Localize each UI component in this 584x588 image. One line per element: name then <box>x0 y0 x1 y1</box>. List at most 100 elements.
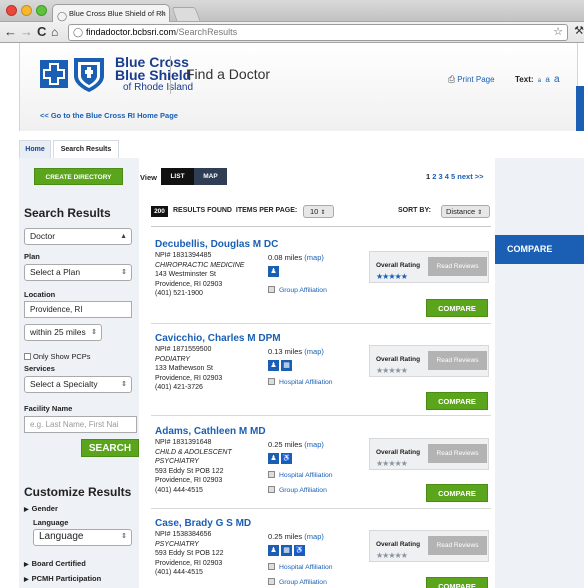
back-arrow-icon[interactable]: ← <box>4 24 17 40</box>
distance: 0.13 miles (map) <box>268 347 324 356</box>
affiliation-label: Hospital Affiliation <box>279 564 333 571</box>
bookmark-star-icon[interactable]: ☆ <box>553 25 563 40</box>
affiliation-link[interactable]: Hospital Affiliation <box>268 471 333 479</box>
url-path: /SearchResults <box>176 27 238 37</box>
affiliation-label: Hospital Affiliation <box>279 379 333 386</box>
gender-filter[interactable]: ▶ Gender <box>24 504 58 513</box>
page-links[interactable]: 2 3 4 5 <box>432 172 455 181</box>
doctor-name-link[interactable]: Adams, Cathleen M MD <box>155 426 266 437</box>
board-certified-label: Board Certified <box>31 559 86 568</box>
street-address: 593 Eddy St POB 122 <box>155 467 224 475</box>
provider-type-select[interactable]: Doctor ▲ <box>24 228 132 245</box>
plan-select[interactable]: Select a Plan ⇕ <box>24 264 132 281</box>
map-view-button[interactable]: MAP <box>194 168 227 185</box>
items-per-page-select[interactable]: 10 ⇕ <box>303 205 334 218</box>
wrench-icon[interactable]: ⚒ <box>574 24 584 37</box>
rating-box: Overall Rating ★★★★★ Read Reviews <box>369 345 489 377</box>
browser-tab[interactable]: ◯ Blue Cross Blue Shield of Rh × <box>52 4 170 22</box>
wheelchair-icon: ♿ <box>281 453 292 464</box>
map-link[interactable]: (map) <box>304 532 324 541</box>
compare-button[interactable]: COMPARE <box>426 577 488 588</box>
text-size-small[interactable]: a <box>538 78 541 84</box>
window-maximize-button[interactable] <box>36 5 47 16</box>
specialty: CHIROPRACTIC MEDICINE <box>155 261 245 269</box>
affiliation-link[interactable]: Group Affiliation <box>268 578 327 586</box>
select-caret-icon: ⇕ <box>121 381 127 388</box>
search-button[interactable]: SEARCH <box>81 439 139 457</box>
map-link[interactable]: (map) <box>304 440 324 449</box>
npi-number: NPI# 1538384656 <box>155 531 212 538</box>
forward-arrow-icon[interactable]: → <box>20 24 33 40</box>
reload-icon[interactable]: C <box>37 24 46 40</box>
card-divider <box>151 508 491 509</box>
doctor-name-link[interactable]: Cavicchio, Charles M DPM <box>155 333 281 344</box>
breadcrumb-home[interactable]: Home <box>19 140 51 158</box>
text-size-large[interactable]: a <box>554 74 560 85</box>
read-reviews-button[interactable]: Read Reviews <box>428 257 487 276</box>
window-minimize-button[interactable] <box>21 5 32 16</box>
expand-triangle-icon: ▶ <box>24 507 29 513</box>
results-divider <box>151 226 491 227</box>
location-input[interactable]: Providence, RI <box>24 301 132 318</box>
board-certified-filter[interactable]: ▶ Board Certified <box>24 559 86 568</box>
affiliation-link[interactable]: Hospital Affiliation <box>268 563 333 571</box>
new-tab-button[interactable] <box>171 7 201 21</box>
distance-value: 0.13 miles <box>268 347 303 356</box>
distance: 0.25 miles (map) <box>268 440 324 449</box>
map-link[interactable]: (map) <box>304 253 324 262</box>
view-label: View <box>140 173 157 182</box>
compare-button[interactable]: COMPARE <box>426 484 488 502</box>
site-header: Blue Cross Blue Shield of Rhode Island F… <box>0 43 584 131</box>
affiliation-link[interactable]: Hospital Affiliation <box>268 378 333 386</box>
map-link[interactable]: (map) <box>304 347 324 356</box>
feature-icons: ♟ ▦ ♿ <box>268 544 307 556</box>
specialty-select[interactable]: Select a Specialty ⇕ <box>24 376 132 393</box>
phone-number: (401) 521-1900 <box>155 290 203 297</box>
pcmh-filter[interactable]: ▶ PCMH Participation <box>24 574 101 583</box>
read-reviews-button[interactable]: Read Reviews <box>428 351 487 370</box>
affiliation-link[interactable]: Group Affiliation <box>268 286 327 294</box>
breadcrumb: Home Search Results <box>19 140 578 158</box>
doctor-name-link[interactable]: Decubellis, Douglas M DC <box>155 239 278 250</box>
list-view-button[interactable]: LIST <box>161 168 194 185</box>
result-card: Cavicchio, Charles M DPM NPI# 1871559500… <box>151 333 491 425</box>
distance-value: 0.25 miles <box>268 440 303 449</box>
home-icon[interactable]: ⌂ <box>51 24 58 40</box>
radius-select[interactable]: within 25 miles ⇕ <box>24 324 102 341</box>
checkbox-box[interactable] <box>24 353 31 360</box>
tab-close-icon[interactable]: × <box>160 5 165 22</box>
language-label: Language <box>33 518 69 527</box>
text-size-medium[interactable]: a <box>545 75 549 84</box>
sort-value: Distance <box>446 207 476 216</box>
rating-stars: ★★★★★ <box>376 272 408 281</box>
compare-button[interactable]: COMPARE <box>426 299 488 317</box>
doctor-name-link[interactable]: Case, Brady G S MD <box>155 518 251 529</box>
compare-button[interactable]: COMPARE <box>426 392 488 410</box>
create-directory-button[interactable]: CREATE DIRECTORY <box>34 168 123 185</box>
blue-cross-logo-icon <box>40 60 68 88</box>
pcmh-label: PCMH Participation <box>31 574 102 583</box>
search-sidebar: CREATE DIRECTORY Search Results Doctor ▲… <box>19 158 139 588</box>
affiliation-link[interactable]: Group Affiliation <box>268 486 327 494</box>
address-bar[interactable]: ◯ findadoctor.bcbsri.com/SearchResults ☆ <box>68 24 568 41</box>
language-select[interactable]: Language ⇕ <box>33 529 132 546</box>
read-reviews-button[interactable]: Read Reviews <box>428 444 487 463</box>
print-page-link[interactable]: ⎙ Print Page <box>448 74 495 85</box>
sort-select[interactable]: Distance ⇕ <box>441 205 490 218</box>
rating-box: Overall Rating ★★★★★ Read Reviews <box>369 251 489 283</box>
go-home-link[interactable]: << Go to the Blue Cross RI Home Page <box>40 111 178 120</box>
next-page-link[interactable]: next >> <box>457 172 483 181</box>
distance-value: 0.25 miles <box>268 532 303 541</box>
overall-rating-label: Overall Rating <box>376 262 421 269</box>
window-close-button[interactable] <box>6 5 17 16</box>
facility-name-input[interactable]: e.g. Last Name, First Nai <box>24 416 137 433</box>
pcp-checkbox[interactable]: Only Show PCPs <box>24 352 91 361</box>
affiliation-box-icon <box>268 563 275 570</box>
rating-stars: ★★★★★ <box>376 459 408 468</box>
result-card: Case, Brady G S MD NPI# 1538384656 PSYCH… <box>151 518 491 588</box>
compare-panel-button[interactable]: COMPARE <box>495 235 584 264</box>
affiliation-box-icon <box>268 578 275 585</box>
breadcrumb-search-results[interactable]: Search Results <box>53 140 119 158</box>
card-divider <box>151 415 491 416</box>
read-reviews-button[interactable]: Read Reviews <box>428 536 487 555</box>
